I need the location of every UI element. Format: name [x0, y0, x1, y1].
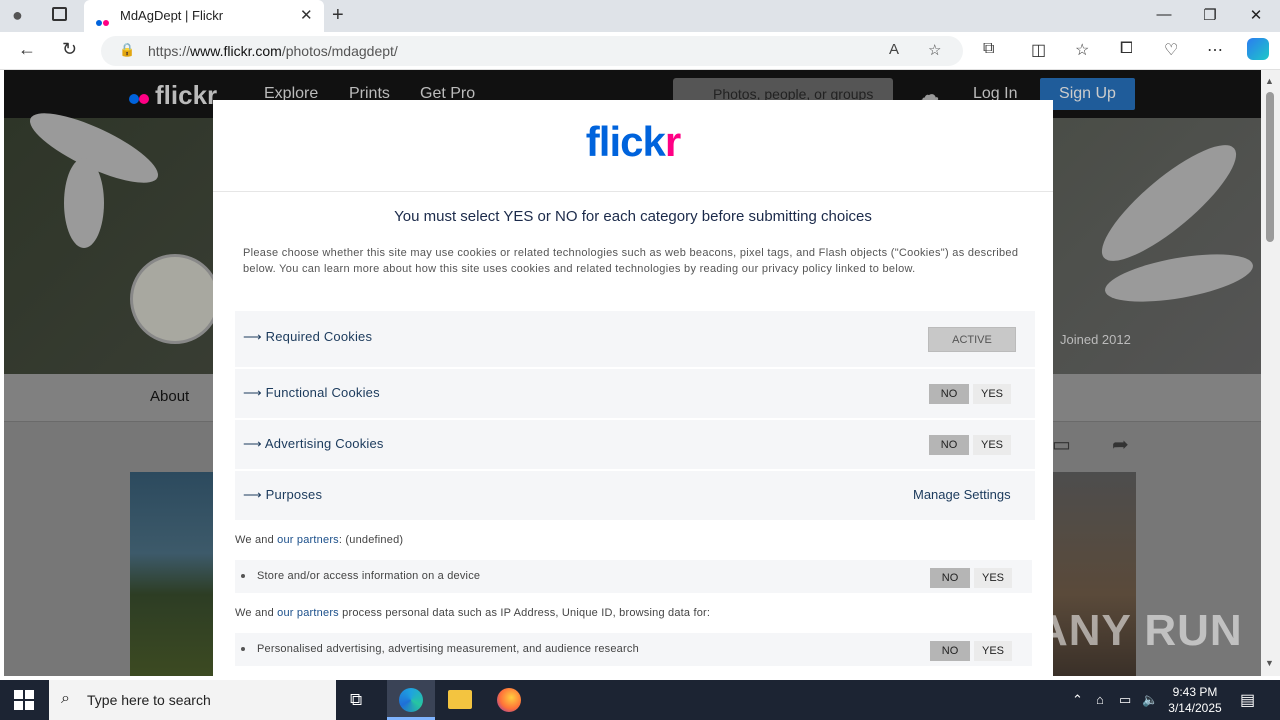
flickr-logo[interactable]: flickr — [129, 80, 217, 111]
address-toolbar: ← ↻ 🔒 https://www.flickr.com/photos/mdag… — [0, 32, 1280, 70]
category-advertising: ⟶ Advertising Cookies NO YES — [235, 420, 1035, 470]
category-functional: ⟶ Functional Cookies NO YES — [235, 369, 1035, 419]
address-bar[interactable]: 🔒 https://www.flickr.com/photos/mdagdept… — [101, 36, 963, 66]
maximize-icon[interactable]: ❐ — [1187, 6, 1233, 24]
browser-tab-bar: ● MdAgDept | Flickr ✕ + — ❐ ✕ — [0, 0, 1280, 32]
tab-flickr[interactable]: MdAgDept | Flickr ✕ — [84, 0, 324, 32]
bullet — [241, 574, 245, 578]
partners-text-1: We and our partners: (undefined) — [235, 534, 404, 546]
extensions-icon[interactable]: ⧉ — [983, 40, 994, 58]
advertising-yes-button[interactable]: YES — [973, 435, 1011, 455]
personalised-ads-no-button[interactable]: NO — [930, 641, 970, 661]
device-icon[interactable]: ⌂ — [1096, 692, 1104, 707]
category-purposes: ⟶ Purposes Manage Settings — [235, 471, 1035, 521]
back-icon[interactable]: ← — [18, 39, 36, 60]
purpose-store-access: Store and/or access information on a dev… — [235, 560, 1032, 593]
share-icon[interactable]: ➦ — [1112, 432, 1129, 457]
favorite-star-icon[interactable]: ☆ — [928, 41, 941, 59]
bullet — [241, 647, 245, 651]
personalised-ads-yes-button[interactable]: YES — [974, 641, 1012, 661]
taskbar-clock[interactable]: 9:43 PM 3/14/2025 — [1160, 684, 1230, 716]
scroll-thumb[interactable] — [1266, 92, 1274, 242]
page-scrollbar[interactable]: ▲ ▼ — [1261, 70, 1280, 676]
functional-cookies-link[interactable]: ⟶ Functional Cookies — [243, 385, 380, 401]
tab-close-icon[interactable]: ✕ — [300, 6, 313, 24]
browser-essentials-icon[interactable]: ♡ — [1164, 40, 1178, 60]
favorites-icon[interactable]: ☆ — [1075, 40, 1089, 60]
scroll-up-icon[interactable]: ▲ — [1265, 76, 1274, 86]
avatar[interactable] — [130, 254, 220, 344]
required-active-badge: ACTIVE — [928, 327, 1016, 352]
purpose-text: Store and/or access information on a dev… — [257, 570, 481, 582]
minimize-icon[interactable]: — — [1141, 6, 1187, 23]
dialog-flickr-logo: flickr — [585, 118, 681, 165]
store-access-yes-button[interactable]: YES — [974, 568, 1012, 588]
dialog-description: Please choose whether this site may use … — [243, 247, 1019, 275]
purposes-link[interactable]: ⟶ Purposes — [243, 487, 322, 503]
profile-icon[interactable]: ● — [12, 5, 23, 26]
more-menu-icon[interactable]: ⋯ — [1207, 40, 1223, 60]
taskbar-search-input[interactable]: ⌕ Type here to search — [49, 680, 336, 720]
advertising-cookies-link[interactable]: ⟶ Advertising Cookies — [243, 436, 384, 452]
joined-date: Joined 2012 — [1060, 332, 1131, 347]
flickr-favicon-icon — [96, 13, 110, 31]
scroll-down-icon[interactable]: ▼ — [1265, 658, 1274, 668]
cookie-consent-dialog: flickr You must select YES or NO for eac… — [213, 100, 1053, 676]
tab-actions-icon[interactable] — [52, 7, 67, 21]
network-icon[interactable]: ▭ — [1119, 692, 1131, 708]
collections-icon[interactable]: ⧠ — [1120, 40, 1133, 58]
clock-date: 3/14/2025 — [1168, 701, 1222, 715]
lock-icon[interactable]: 🔒 — [119, 42, 135, 58]
file-explorer-icon[interactable] — [448, 690, 472, 709]
edge-browser-icon[interactable] — [399, 688, 423, 712]
tab-about[interactable]: About — [150, 388, 189, 405]
functional-yes-button[interactable]: YES — [973, 384, 1011, 404]
refresh-icon[interactable]: ↻ — [62, 39, 77, 60]
store-access-no-button[interactable]: NO — [930, 568, 970, 588]
slideshow-icon[interactable]: ▭ — [1052, 432, 1071, 457]
partners-link[interactable]: our partners — [277, 607, 339, 619]
tray-chevron-icon[interactable]: ⌃ — [1072, 692, 1083, 708]
notifications-icon[interactable]: ▤ — [1240, 690, 1255, 710]
photo-thumbnail[interactable] — [130, 472, 214, 676]
split-screen-icon[interactable]: ◫ — [1031, 40, 1046, 60]
partners-text-2: We and our partners process personal dat… — [235, 607, 711, 619]
task-view-icon[interactable]: ⧉ — [350, 690, 362, 710]
flower-petal — [64, 158, 104, 248]
partners-link[interactable]: our partners — [277, 534, 339, 546]
volume-icon[interactable]: 🔈 — [1142, 692, 1158, 708]
advertising-no-button[interactable]: NO — [929, 435, 969, 455]
copilot-icon[interactable] — [1247, 38, 1269, 60]
purpose-text: Personalised advertising, advertising me… — [257, 643, 639, 655]
manage-settings-link[interactable]: Manage Settings — [913, 487, 1011, 502]
windows-taskbar: ⌕ Type here to search ⧉ ⌃ ⌂ ▭ 🔈 9:43 PM … — [0, 680, 1280, 720]
firefox-icon[interactable] — [497, 688, 521, 712]
signup-button[interactable]: Sign Up — [1040, 78, 1135, 110]
dialog-title: You must select YES or NO for each categ… — [394, 208, 872, 225]
required-cookies-link[interactable]: ⟶ Required Cookies — [243, 329, 372, 345]
new-tab-icon[interactable]: + — [332, 4, 344, 27]
anyrun-watermark: ANY RUN — [1036, 606, 1243, 655]
clock-time: 9:43 PM — [1172, 685, 1218, 699]
url-text[interactable]: https://www.flickr.com/photos/mdagdept/ — [148, 43, 398, 59]
close-window-icon[interactable]: ✕ — [1233, 6, 1279, 24]
category-required: ⟶ Required Cookies ACTIVE — [235, 311, 1035, 368]
purpose-personalised-ads: Personalised advertising, advertising me… — [235, 633, 1032, 666]
tab-title: MdAgDept | Flickr — [120, 8, 224, 23]
dialog-header: flickr — [213, 100, 1053, 192]
taskbar-search-placeholder: Type here to search — [87, 692, 211, 708]
functional-no-button[interactable]: NO — [929, 384, 969, 404]
read-aloud-icon[interactable]: A — [889, 41, 899, 58]
windows-start-icon[interactable] — [14, 690, 34, 710]
search-icon: ⌕ — [61, 690, 70, 707]
